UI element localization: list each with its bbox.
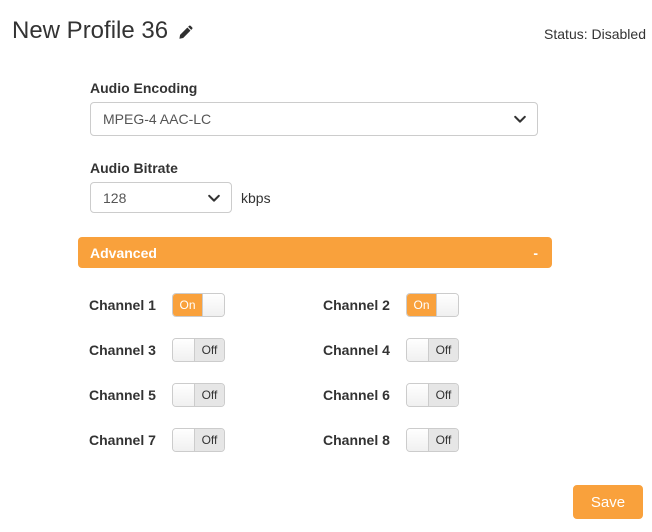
channel-row: Channel 7 Off Channel 8 Off xyxy=(89,428,652,452)
channel-1-label: Channel 1 xyxy=(89,297,156,313)
channel-2-label: Channel 2 xyxy=(323,297,390,313)
toggle-knob xyxy=(173,384,195,406)
channel-1-toggle[interactable]: On xyxy=(172,293,225,317)
toggle-state-label: Off xyxy=(195,339,224,361)
channel-3-label: Channel 3 xyxy=(89,342,156,358)
channel-8-label: Channel 8 xyxy=(323,432,390,448)
page-title: New Profile 36 xyxy=(12,17,169,44)
channel-4-label: Channel 4 xyxy=(323,342,390,358)
channel-3-field: Channel 3 Off xyxy=(89,338,323,362)
page-header: New Profile 36 Status: Disabled xyxy=(0,0,652,47)
toggle-knob xyxy=(407,339,429,361)
collapse-minus-icon: - xyxy=(533,244,538,261)
audio-encoding-label: Audio Encoding xyxy=(90,80,198,96)
toggle-knob xyxy=(407,429,429,451)
toggle-knob xyxy=(407,384,429,406)
toggle-state-label: On xyxy=(407,294,436,316)
advanced-panel-label: Advanced xyxy=(90,244,157,261)
audio-bitrate-row: 128 kbps xyxy=(90,182,652,213)
title-wrap: New Profile 36 xyxy=(12,14,193,47)
channel-6-field: Channel 6 Off xyxy=(323,383,557,407)
audio-encoding-select[interactable]: MPEG-4 AAC-LC xyxy=(90,102,538,136)
save-button[interactable]: Save xyxy=(573,485,643,519)
channel-8-field: Channel 8 Off xyxy=(323,428,557,452)
channel-6-toggle[interactable]: Off xyxy=(406,383,459,407)
channel-row: Channel 5 Off Channel 6 Off xyxy=(89,383,652,407)
toggle-state-label: Off xyxy=(429,384,458,406)
toggle-knob xyxy=(173,429,195,451)
channel-row: Channel 1 On Channel 2 On xyxy=(89,293,652,317)
audio-bitrate-label: Audio Bitrate xyxy=(90,160,178,176)
channel-3-toggle[interactable]: Off xyxy=(172,338,225,362)
audio-settings-section: Audio Encoding MPEG-4 AAC-LC Audio Bitra… xyxy=(90,80,652,213)
advanced-panel-header[interactable]: Advanced - xyxy=(78,237,552,268)
profile-settings-page: New Profile 36 Status: Disabled Audio En… xyxy=(0,0,652,532)
toggle-knob xyxy=(173,339,195,361)
channel-4-toggle[interactable]: Off xyxy=(406,338,459,362)
status-badge: Status: Disabled xyxy=(544,26,646,42)
channel-4-field: Channel 4 Off xyxy=(323,338,557,362)
channel-1-field: Channel 1 On xyxy=(89,293,323,317)
toggle-knob xyxy=(436,294,458,316)
toggle-state-label: On xyxy=(173,294,202,316)
channel-7-field: Channel 7 Off xyxy=(89,428,323,452)
audio-encoding-select-wrap: MPEG-4 AAC-LC xyxy=(90,102,538,136)
channel-2-field: Channel 2 On xyxy=(323,293,557,317)
channels-section: Channel 1 On Channel 2 On Channel 3 Off xyxy=(89,293,652,452)
channel-7-label: Channel 7 xyxy=(89,432,156,448)
channel-5-label: Channel 5 xyxy=(89,387,156,403)
audio-bitrate-select-wrap: 128 xyxy=(90,182,232,213)
page-footer: Save xyxy=(0,485,652,519)
toggle-state-label: Off xyxy=(195,384,224,406)
toggle-knob xyxy=(202,294,224,316)
channel-5-field: Channel 5 Off xyxy=(89,383,323,407)
pencil-icon[interactable] xyxy=(178,25,193,40)
channel-row: Channel 3 Off Channel 4 Off xyxy=(89,338,652,362)
toggle-state-label: Off xyxy=(429,429,458,451)
toggle-state-label: Off xyxy=(195,429,224,451)
channel-6-label: Channel 6 xyxy=(323,387,390,403)
channel-8-toggle[interactable]: Off xyxy=(406,428,459,452)
channel-7-toggle[interactable]: Off xyxy=(172,428,225,452)
channel-2-toggle[interactable]: On xyxy=(406,293,459,317)
bitrate-unit-label: kbps xyxy=(241,189,271,206)
channel-5-toggle[interactable]: Off xyxy=(172,383,225,407)
audio-bitrate-select[interactable]: 128 xyxy=(90,182,232,213)
toggle-state-label: Off xyxy=(429,339,458,361)
